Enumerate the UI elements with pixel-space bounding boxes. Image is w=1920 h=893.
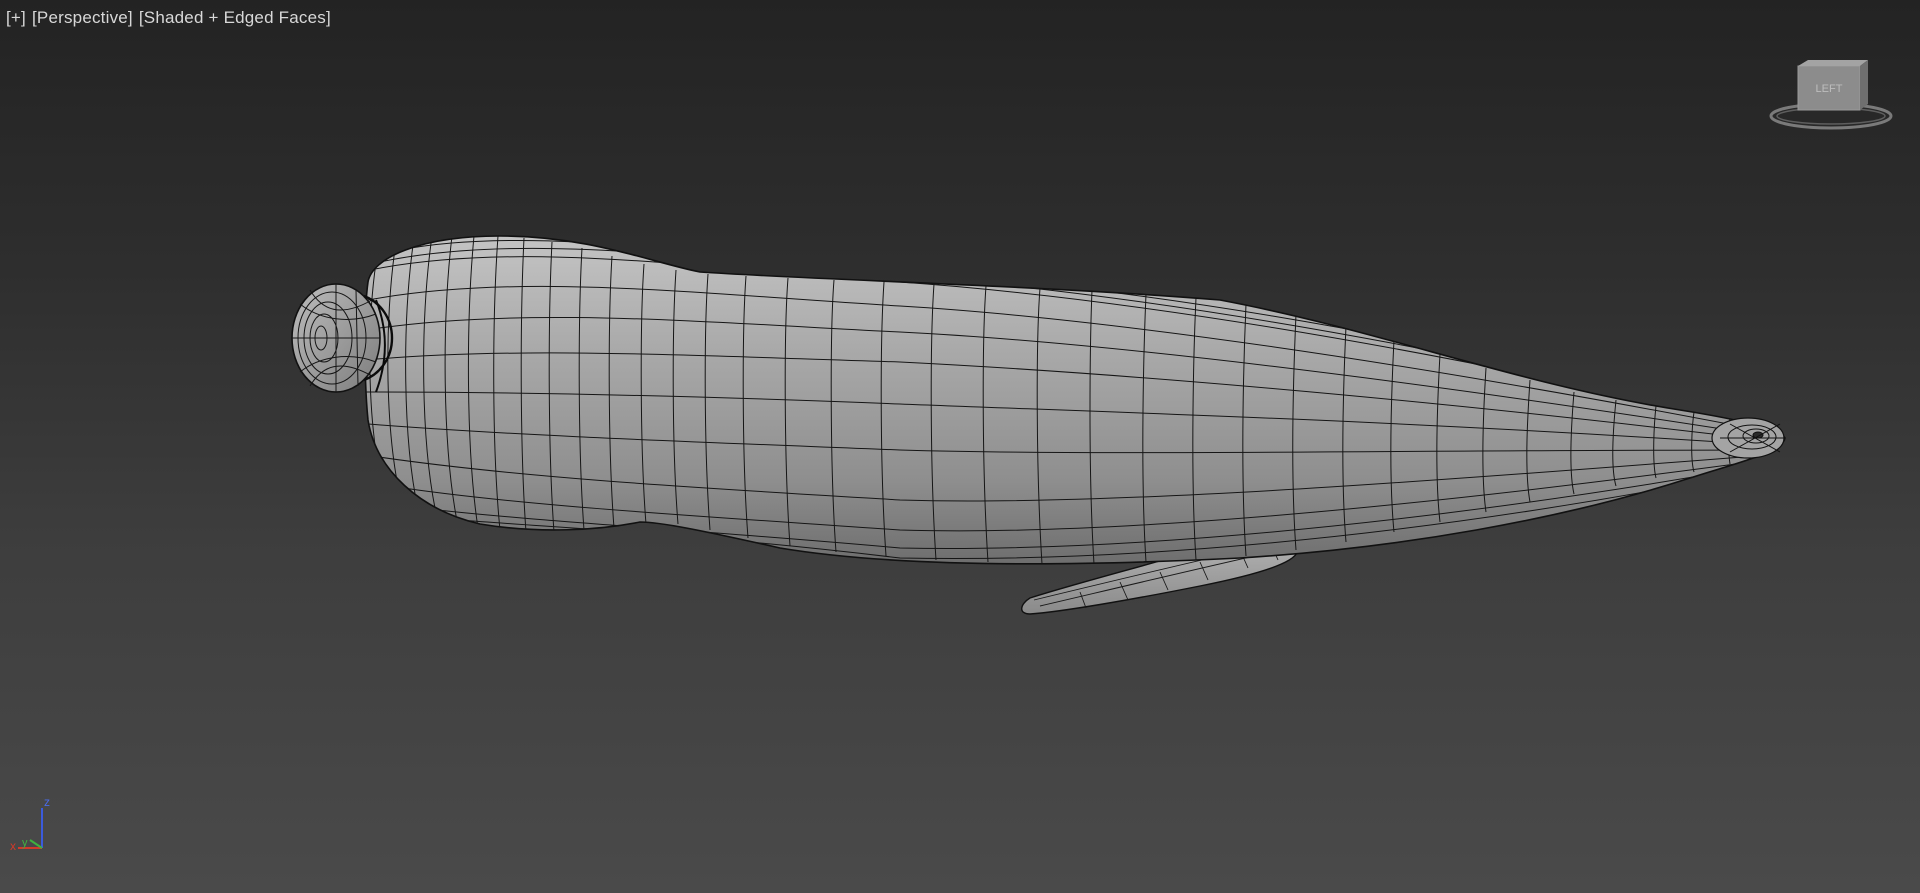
perspective-viewport[interactable]: [+] [Perspective] [Shaded + Edged Faces] bbox=[0, 0, 1920, 893]
tail-tip bbox=[1711, 417, 1785, 459]
viewcube-face-label: LEFT bbox=[1816, 83, 1843, 95]
fish-body bbox=[364, 235, 1786, 565]
axis-tripod-icon: z x y bbox=[10, 795, 50, 853]
z-axis-label: z bbox=[44, 795, 50, 809]
y-axis-line bbox=[29, 839, 43, 849]
y-axis-label: y bbox=[22, 837, 28, 849]
fish-mesh[interactable] bbox=[291, 235, 1786, 615]
viewcube-icon[interactable]: LEFT bbox=[1768, 58, 1894, 132]
scene-canvas[interactable] bbox=[0, 0, 1920, 893]
x-axis-label: x bbox=[10, 839, 16, 853]
